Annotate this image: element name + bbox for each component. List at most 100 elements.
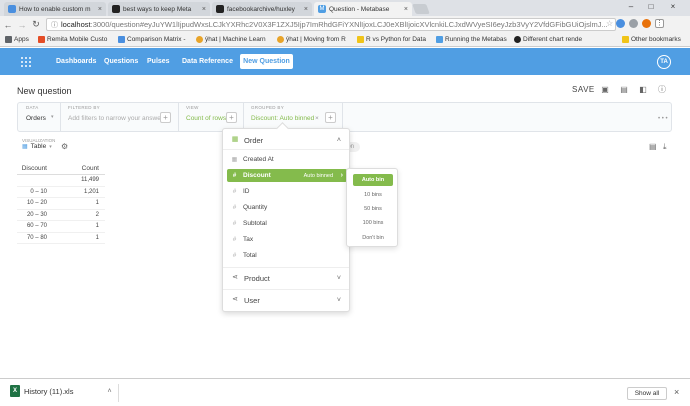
new-question-button[interactable]: New Question bbox=[240, 54, 293, 69]
field-total[interactable]: # Total bbox=[227, 249, 347, 262]
chevron-up-icon[interactable]: ˄ bbox=[107, 388, 111, 395]
bookmark-label: Different chart rende bbox=[523, 36, 583, 43]
reload-icon[interactable]: ↻ bbox=[30, 19, 42, 30]
bookmark-item[interactable]: ŷhat | Moving from R bbox=[277, 36, 346, 43]
download-icon[interactable]: ⤓ bbox=[663, 142, 667, 152]
tab-title: Question - Metabase bbox=[329, 5, 390, 13]
data-source-select[interactable]: Orders bbox=[26, 115, 46, 122]
gear-icon[interactable]: ⚙ bbox=[61, 142, 68, 151]
bookmark-item[interactable]: Running the Metabas bbox=[436, 36, 507, 43]
table-toggle-icon[interactable]: ▤ bbox=[649, 142, 657, 151]
new-tab-button[interactable] bbox=[412, 4, 430, 14]
close-tab-icon[interactable]: × bbox=[304, 6, 308, 13]
close-tab-icon[interactable]: × bbox=[202, 6, 206, 13]
close-tab-icon[interactable]: × bbox=[98, 6, 102, 13]
star-bookmark-icon[interactable]: ☆ bbox=[606, 19, 613, 28]
metabase-icon bbox=[436, 36, 443, 43]
nav-questions[interactable]: Questions bbox=[104, 58, 138, 65]
field-tax[interactable]: # Tax bbox=[227, 233, 347, 246]
browser-tab-4-active[interactable]: M Question - Metabase × bbox=[314, 2, 412, 16]
page-info-icon[interactable]: ⓘ bbox=[51, 20, 58, 30]
bookmark-apps[interactable]: Apps bbox=[5, 36, 29, 43]
bookmark-item[interactable]: Different chart rende bbox=[514, 36, 582, 43]
show-all-button[interactable]: Show all bbox=[627, 387, 667, 400]
divider bbox=[178, 103, 179, 131]
visualization-select[interactable]: ▦ Table ▾ bbox=[22, 143, 52, 150]
embed-icon[interactable]: ◧ bbox=[638, 85, 648, 95]
bookmark-item[interactable]: Comparison Matrix - bbox=[118, 36, 186, 43]
hash-icon: # bbox=[232, 172, 237, 179]
chevron-up-icon: ˄ bbox=[336, 136, 341, 144]
field-quantity[interactable]: # Quantity bbox=[227, 201, 347, 214]
minimize-icon[interactable]: – bbox=[624, 2, 638, 11]
chevron-right-icon: › bbox=[340, 172, 343, 179]
section-order[interactable]: ▦ Order ˄ bbox=[223, 131, 349, 149]
nav-data-reference[interactable]: Data Reference bbox=[182, 58, 233, 65]
aggregation-select[interactable]: Count of rows bbox=[186, 115, 226, 122]
divider bbox=[223, 267, 349, 268]
excel-file-icon: X bbox=[10, 385, 20, 397]
add-to-dashboard-icon[interactable]: ▣ bbox=[600, 85, 610, 95]
section-product[interactable]: ⋖ Product ˅ bbox=[223, 269, 349, 287]
close-window-icon[interactable]: × bbox=[666, 2, 680, 11]
add-filter-button[interactable]: + bbox=[160, 112, 171, 123]
chevron-down-icon: ˅ bbox=[336, 274, 341, 282]
table-cell: 1 bbox=[95, 234, 99, 241]
column-header[interactable]: Discount bbox=[17, 165, 61, 172]
bookmark-item[interactable]: Remita Mobile Custo bbox=[38, 36, 107, 43]
bin-option-100[interactable]: 100 bins bbox=[353, 217, 393, 229]
maximize-icon[interactable]: □ bbox=[644, 2, 658, 11]
filter-placeholder[interactable]: Add filters to narrow your answer bbox=[68, 115, 163, 122]
browser-tab-1[interactable]: How to enable custom m × bbox=[4, 2, 106, 16]
field-created-at[interactable]: ▦ Created At bbox=[227, 153, 347, 166]
bin-option-10[interactable]: 10 bins bbox=[353, 189, 393, 201]
bin-option-none[interactable]: Don't bin bbox=[353, 232, 393, 244]
bookmark-item[interactable]: R vs Python for Data bbox=[357, 36, 426, 43]
nav-pulses[interactable]: Pulses bbox=[147, 58, 170, 65]
field-label: Discount bbox=[243, 172, 271, 179]
chevron-down-icon: ˅ bbox=[336, 296, 341, 304]
menu-icon[interactable]: ⋮ bbox=[655, 19, 664, 28]
table-header: Discount Count bbox=[17, 163, 105, 175]
more-options-icon[interactable]: • • • bbox=[658, 116, 668, 122]
close-icon[interactable]: × bbox=[674, 387, 679, 397]
table-cell: 20 – 30 bbox=[26, 211, 47, 218]
download-item[interactable]: X History (11).xls ˄ bbox=[10, 385, 112, 397]
section-label: User bbox=[244, 295, 260, 305]
extension-icon[interactable] bbox=[616, 19, 625, 28]
close-tab-icon[interactable]: × bbox=[404, 6, 408, 13]
browser-tab-3[interactable]: facebookarchive/huxley × bbox=[212, 2, 312, 16]
binning-submenu: Auto bin 10 bins 50 bins 100 bins Don't … bbox=[346, 168, 398, 247]
download-filename: History (11).xls bbox=[24, 386, 74, 396]
add-breakout-button[interactable]: + bbox=[325, 112, 336, 123]
visualization-value: Table bbox=[30, 143, 47, 150]
add-aggregation-button[interactable]: + bbox=[226, 112, 237, 123]
save-button[interactable]: SAVE bbox=[572, 85, 595, 94]
browser-tab-2[interactable]: best ways to keep Meta × bbox=[108, 2, 210, 16]
forward-icon[interactable]: → bbox=[16, 20, 28, 30]
section-user[interactable]: ⋖ User ˅ bbox=[223, 291, 349, 309]
back-icon[interactable]: ← bbox=[2, 20, 14, 30]
avatar[interactable]: TA bbox=[657, 55, 671, 69]
metabase-logo-icon[interactable] bbox=[21, 57, 31, 67]
url-input[interactable]: ⓘ localhost:3000/question#eyJuYW1lIjpudW… bbox=[46, 18, 616, 31]
remove-breakout-icon[interactable]: × bbox=[315, 115, 319, 122]
field-id[interactable]: # ID bbox=[227, 185, 347, 198]
breakout-select[interactable]: Discount: Auto binned bbox=[251, 115, 314, 122]
bin-option-50[interactable]: 50 bins bbox=[353, 203, 393, 215]
extension-icon[interactable] bbox=[642, 19, 651, 28]
bookmark-label: Other bookmarks bbox=[631, 36, 681, 43]
column-header[interactable]: Count bbox=[61, 165, 105, 172]
extension-icon[interactable] bbox=[629, 19, 638, 28]
field-subtotal[interactable]: # Subtotal bbox=[227, 217, 347, 230]
yhat-icon bbox=[196, 36, 203, 43]
bookmark-item[interactable]: ŷhat | Machine Learn bbox=[196, 36, 266, 43]
bin-option-auto[interactable]: Auto bin bbox=[353, 174, 393, 186]
nav-dashboards[interactable]: Dashboards bbox=[56, 58, 96, 65]
url-host: localhost bbox=[61, 20, 91, 29]
bookmark-other[interactable]: Other bookmarks bbox=[622, 36, 681, 43]
info-icon[interactable]: ⓘ bbox=[657, 85, 667, 95]
chevron-down-icon: ▾ bbox=[51, 114, 54, 120]
field-discount[interactable]: # Discount Auto binned › bbox=[227, 169, 347, 182]
move-icon[interactable]: ▤ bbox=[619, 85, 629, 95]
